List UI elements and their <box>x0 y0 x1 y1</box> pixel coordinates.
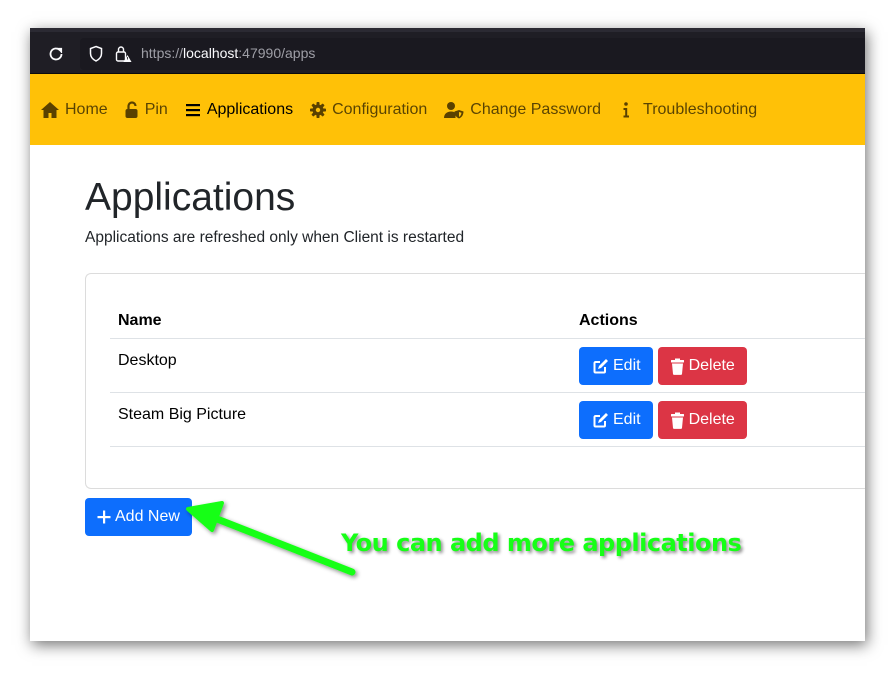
edit-button[interactable]: Edit <box>579 401 653 439</box>
page-subtitle: Applications are refreshed only when Cli… <box>85 229 465 246</box>
applications-card: Name Actions Desktop Edit Delete Steam B… <box>85 273 865 489</box>
nav-home[interactable]: Home <box>40 101 108 119</box>
shield-icon[interactable] <box>88 45 104 63</box>
edit-icon <box>593 359 608 374</box>
nav-home-label: Home <box>65 100 108 118</box>
delete-button[interactable]: Delete <box>657 347 747 385</box>
app-name: Desktop <box>110 338 571 393</box>
page-title: Applications <box>85 176 296 219</box>
app-actions: Edit Delete <box>571 392 865 447</box>
column-header-name: Name <box>110 304 571 339</box>
unlock-icon <box>125 100 138 118</box>
bars-icon <box>185 103 200 116</box>
main-content: Applications Applications are refreshed … <box>85 145 865 536</box>
edit-label: Edit <box>613 411 641 428</box>
nav-applications[interactable]: Applications <box>184 101 293 119</box>
delete-label: Delete <box>688 357 735 374</box>
column-header-actions: Actions <box>571 304 865 339</box>
url-scheme: https:// <box>141 45 184 61</box>
table-header-row: Name Actions <box>110 304 865 339</box>
nav-configuration-label: Configuration <box>332 100 428 118</box>
nav-configuration[interactable]: Configuration <box>309 101 427 119</box>
app-name: Steam Big Picture <box>110 392 571 447</box>
applications-table: Name Actions Desktop Edit Delete Steam B… <box>110 304 865 447</box>
nav-change-password-label: Change Password <box>470 100 602 118</box>
insecure-lock-icon[interactable] <box>114 44 134 64</box>
nav-applications-label: Applications <box>206 100 294 118</box>
reload-icon <box>49 47 63 61</box>
nav-pin-label: Pin <box>144 100 168 118</box>
annotation-callout: You can add more applications <box>341 529 742 557</box>
nav-pin[interactable]: Pin <box>124 101 168 119</box>
address-bar[interactable]: https://localhost:47990/apps <box>80 38 865 70</box>
url-host: localhost <box>183 45 239 61</box>
app-actions: Edit Delete <box>571 338 865 393</box>
add-new-label: Add New <box>115 508 180 525</box>
table-row: Steam Big Picture Edit Delete <box>110 392 865 447</box>
top-navbar: Home Pin Applications Configuration Chan… <box>30 74 865 145</box>
delete-label: Delete <box>688 411 735 428</box>
edit-button[interactable]: Edit <box>579 347 653 385</box>
table-row: Desktop Edit Delete <box>110 338 865 393</box>
nav-troubleshooting-label: Troubleshooting <box>643 100 758 118</box>
url-path: :47990/apps <box>238 45 316 61</box>
trash-icon <box>670 412 684 429</box>
nav-troubleshooting[interactable]: Troubleshooting <box>617 101 757 119</box>
user-shield-icon <box>444 101 464 118</box>
delete-button[interactable]: Delete <box>657 401 747 439</box>
edit-icon <box>593 413 608 428</box>
nav-change-password[interactable]: Change Password <box>443 101 601 119</box>
plus-icon <box>97 510 111 524</box>
gear-icon <box>310 101 327 118</box>
add-new-button[interactable]: Add New <box>85 498 192 536</box>
trash-icon <box>670 358 684 375</box>
browser-toolbar: https://localhost:47990/apps <box>30 28 865 74</box>
edit-label: Edit <box>613 357 641 374</box>
info-icon <box>623 101 630 117</box>
url-text[interactable]: https://localhost:47990/apps <box>141 45 315 61</box>
reload-button[interactable] <box>44 42 68 66</box>
home-icon <box>41 101 59 118</box>
